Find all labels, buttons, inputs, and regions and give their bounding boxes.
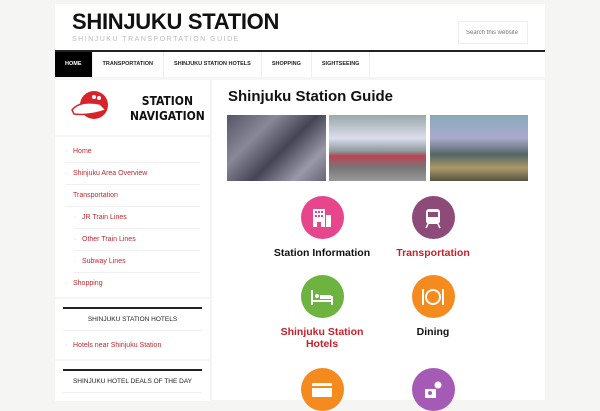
sidebar: STATIONNAVIGATION Home Shinjuku Area Ove… (55, 80, 210, 401)
widget-title: SHINJUKU HOTEL DEALS OF THE DAY (63, 369, 202, 393)
skyline-photo (430, 115, 528, 181)
tile-label: Transportation (396, 247, 470, 259)
nav-transportation[interactable]: TRANSPORTATION (93, 52, 165, 77)
tile-label: Dining (416, 326, 450, 338)
map-pin-camera-icon (411, 368, 455, 411)
card-icon (300, 368, 344, 411)
site-header: SHINJUKU STATION SHINJUKU TRANSPORTATION… (55, 4, 545, 50)
bed-icon (300, 275, 344, 318)
tile-label: Station Information (273, 247, 371, 259)
station-platform-photo (329, 115, 426, 181)
aerial-city-photo (227, 115, 326, 181)
logo-line1: STATION (141, 94, 194, 108)
page-title: Shinjuku Station Guide (228, 88, 393, 105)
sidebar-item-area-overview[interactable]: Shinjuku Area Overview (65, 163, 200, 185)
dining-icon (411, 275, 455, 318)
nav-home[interactable]: HOME (55, 52, 93, 77)
sidebar-item-subway[interactable]: Subway Lines (74, 251, 200, 273)
tile-transportation[interactable]: Transportation (378, 196, 488, 259)
building-icon (300, 196, 344, 239)
tile-dining[interactable]: Dining (378, 275, 488, 338)
tile-hotels[interactable]: Shinjuku Station Hotels (267, 275, 377, 350)
hotels-widget: SHINJUKU STATION HOTELS Hotels near Shin… (55, 299, 210, 359)
site-title[interactable]: SHINJUKU STATION (72, 9, 279, 35)
page: SHINJUKU STATION SHINJUKU TRANSPORTATION… (55, 4, 545, 411)
bullet-train-icon (71, 91, 108, 119)
sidebar-item-home[interactable]: Home (65, 141, 200, 163)
sidebar-item-other-lines[interactable]: Other Train Lines (74, 229, 200, 251)
site-tagline: SHINJUKU TRANSPORTATION GUIDE (72, 36, 240, 43)
sidebar-item-shopping[interactable]: Shopping (65, 273, 200, 295)
tile-sightseeing[interactable] (378, 368, 488, 411)
main-nav: HOME TRANSPORTATION SHINJUKU STATION HOT… (55, 50, 545, 77)
nav-hotels[interactable]: SHINJUKU STATION HOTELS (164, 52, 262, 77)
widget-title: SHINJUKU STATION HOTELS (63, 307, 202, 331)
hotels-link[interactable]: Hotels near Shinjuku Station (65, 335, 200, 357)
tile-station-information[interactable]: Station Information (267, 196, 377, 259)
deals-widget: SHINJUKU HOTEL DEALS OF THE DAY (55, 361, 210, 401)
sidebar-item-jr-lines[interactable]: JR Train Lines (74, 207, 200, 229)
sidebar-menu: Home Shinjuku Area Overview Transportati… (55, 137, 210, 297)
nav-shopping[interactable]: SHOPPING (262, 52, 312, 77)
logo-line2: NAVIGATION (130, 109, 205, 123)
nav-sightseeing[interactable]: SIGHTSEEING (312, 52, 371, 77)
main-content: Shinjuku Station Guide Station Informati… (212, 80, 545, 411)
search-input[interactable] (458, 21, 528, 44)
station-navigation-logo[interactable]: STATION NAVIGATION (55, 80, 210, 135)
tile-card[interactable] (267, 368, 377, 411)
tile-label: Shinjuku Station Hotels (280, 326, 364, 350)
train-icon (411, 196, 455, 239)
sidebar-item-transportation[interactable]: Transportation (65, 185, 200, 207)
